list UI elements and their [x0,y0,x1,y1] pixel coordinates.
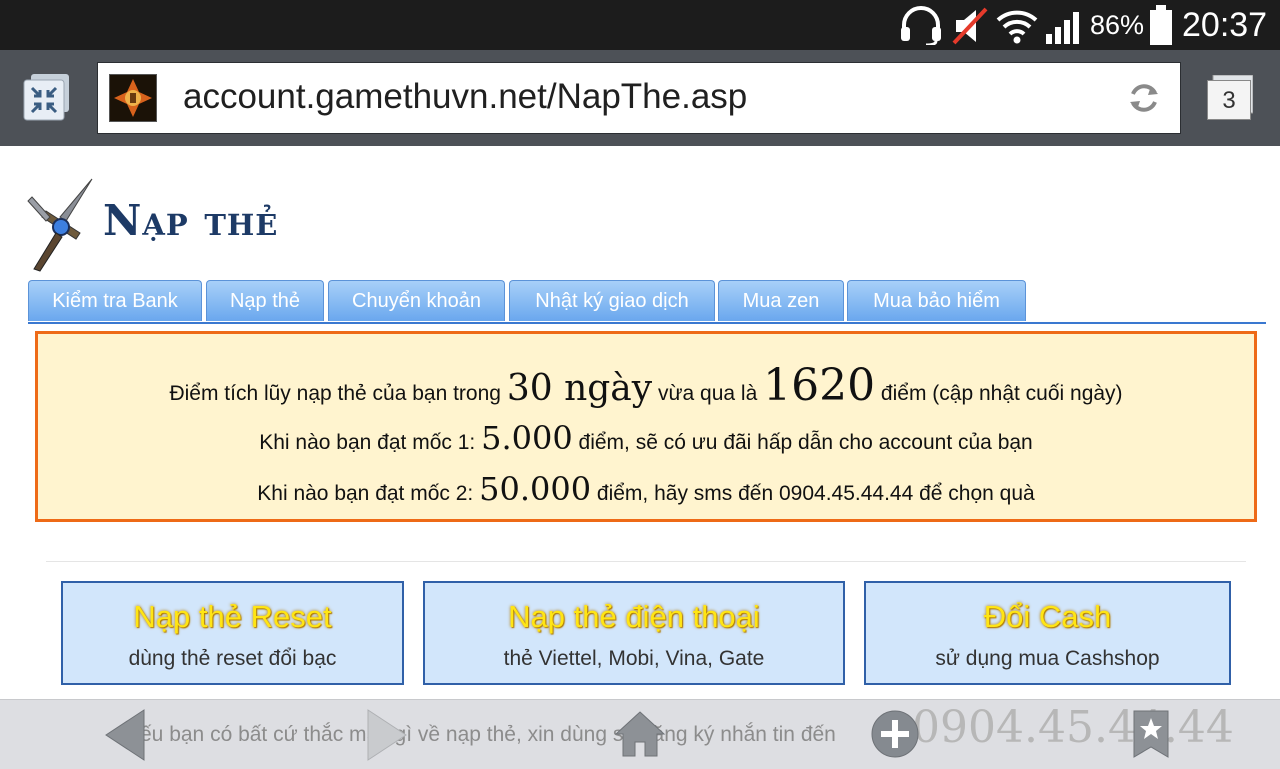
card-title: Nạp thẻ Reset [133,599,332,634]
new-tab-icon[interactable] [870,709,920,759]
notice-line-2: Khi nào bạn đạt mốc 1: 5.000 điểm, sẽ có… [259,419,1033,457]
signal-icon [1046,12,1079,44]
favicon [109,74,157,122]
tab-nhat-ky-giao-dich[interactable]: Nhật ký giao dịch [509,280,715,321]
tab-nap-the[interactable]: Nạp thẻ [206,280,324,321]
tab-kiem-tra-bank[interactable]: Kiểm tra Bank [28,280,202,321]
browser-bottom-bar: ếu bạn có bất cứ thắc mắc gì về nạp thẻ,… [0,699,1280,769]
tab-mua-bao-hiem[interactable]: Mua bảo hiểm [847,280,1026,321]
battery-percent: 86% [1090,10,1145,40]
collapse-icon[interactable] [22,72,72,122]
back-icon[interactable] [104,708,146,762]
tab-count[interactable]: 3 [1207,80,1251,120]
notice-line-3: Khi nào bạn đạt mốc 2: 50.000 điểm, hãy … [257,470,1035,508]
card-title: Đổi Cash [983,599,1112,634]
url-text: account.gamethuvn.net/NapThe.asp [183,77,748,116]
mute-icon [952,7,988,45]
card-subtitle: dùng thẻ reset đổi bạc [128,647,337,670]
tab-bar: Kiểm tra Bank Nạp thẻ Chuyển khoản Nhật … [28,280,1266,324]
headset-icon [901,6,941,45]
card-nap-the-reset[interactable]: Nạp thẻ Reset dùng thẻ reset đổi bạc [61,581,404,685]
clock: 20:37 [1182,6,1268,44]
bookmark-icon[interactable] [1132,709,1170,759]
status-bar: 86% 20:37 [0,0,1280,50]
browser-toolbar: account.gamethuvn.net/NapThe.asp 3 [0,50,1280,146]
battery-icon [1150,5,1172,45]
milestone-1-value: 5.000 [481,419,573,457]
days-value: 30 ngày [506,368,653,409]
wifi-icon [996,10,1038,44]
forward-icon[interactable] [366,708,408,762]
footer-note: ếu bạn có bất cứ thắc mắc gì về nạp thẻ,… [140,723,836,746]
milestone-2-value: 50.000 [479,470,592,508]
tab-mua-zen[interactable]: Mua zen [718,280,844,321]
divider [46,561,1246,562]
card-nap-the-dien-thoai[interactable]: Nạp thẻ điện thoại thẻ Viettel, Mobi, Vi… [423,581,845,685]
card-title: Nạp thẻ điện thoại [508,599,760,634]
card-subtitle: thẻ Viettel, Mobi, Vina, Gate [503,647,765,670]
points-value: 1620 [763,360,876,411]
notice-line-1: Điểm tích lũy nạp thẻ của bạn trong 30 n… [169,360,1123,411]
card-doi-cash[interactable]: Đổi Cash sử dụng mua Cashshop [864,581,1231,685]
sword-logo-icon [27,178,93,272]
card-subtitle: sử dụng mua Cashshop [935,647,1160,670]
reload-icon[interactable] [1126,80,1162,116]
page-title: Nạp thẻ [103,196,279,245]
points-notice: Điểm tích lũy nạp thẻ của bạn trong 30 n… [35,331,1257,522]
address-bar[interactable]: account.gamethuvn.net/NapThe.asp [97,62,1181,134]
footer-phone: 0904.45.44.44 [912,702,1234,753]
tab-chuyen-khoan[interactable]: Chuyển khoản [328,280,505,321]
home-icon[interactable] [614,710,666,758]
